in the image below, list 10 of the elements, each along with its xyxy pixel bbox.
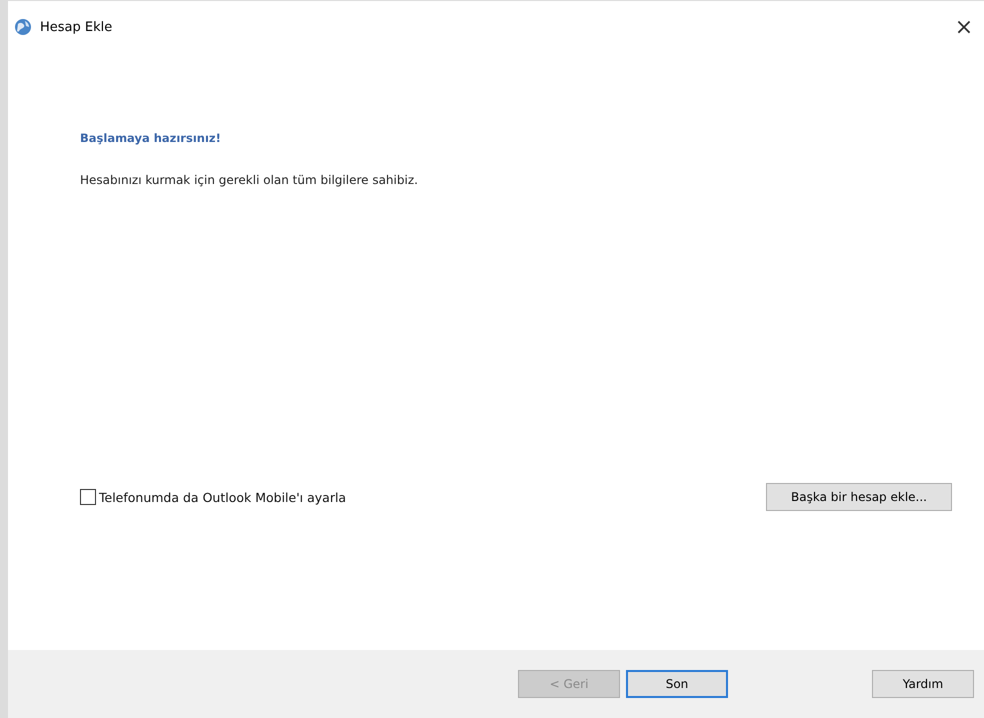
checkbox-label: Telefonumda da Outlook Mobile'ı ayarla bbox=[99, 490, 346, 504]
add-account-button[interactable]: Başka bir hesap ekle... bbox=[766, 483, 952, 511]
globe-icon bbox=[14, 18, 32, 36]
footer-button[interactable]: Yardım bbox=[872, 670, 974, 698]
window-title: Hesap Ekle bbox=[40, 20, 114, 34]
checkbox[interactable] bbox=[80, 489, 96, 505]
heading: Başlamaya hazırsınız! bbox=[80, 131, 222, 145]
message-text: Hesabınızı kurmak için gerekli olan tüm bilgilere sahibiz. bbox=[80, 173, 419, 187]
close-button[interactable]: × bbox=[944, 9, 984, 45]
finish-button[interactable]: Son bbox=[626, 670, 728, 698]
